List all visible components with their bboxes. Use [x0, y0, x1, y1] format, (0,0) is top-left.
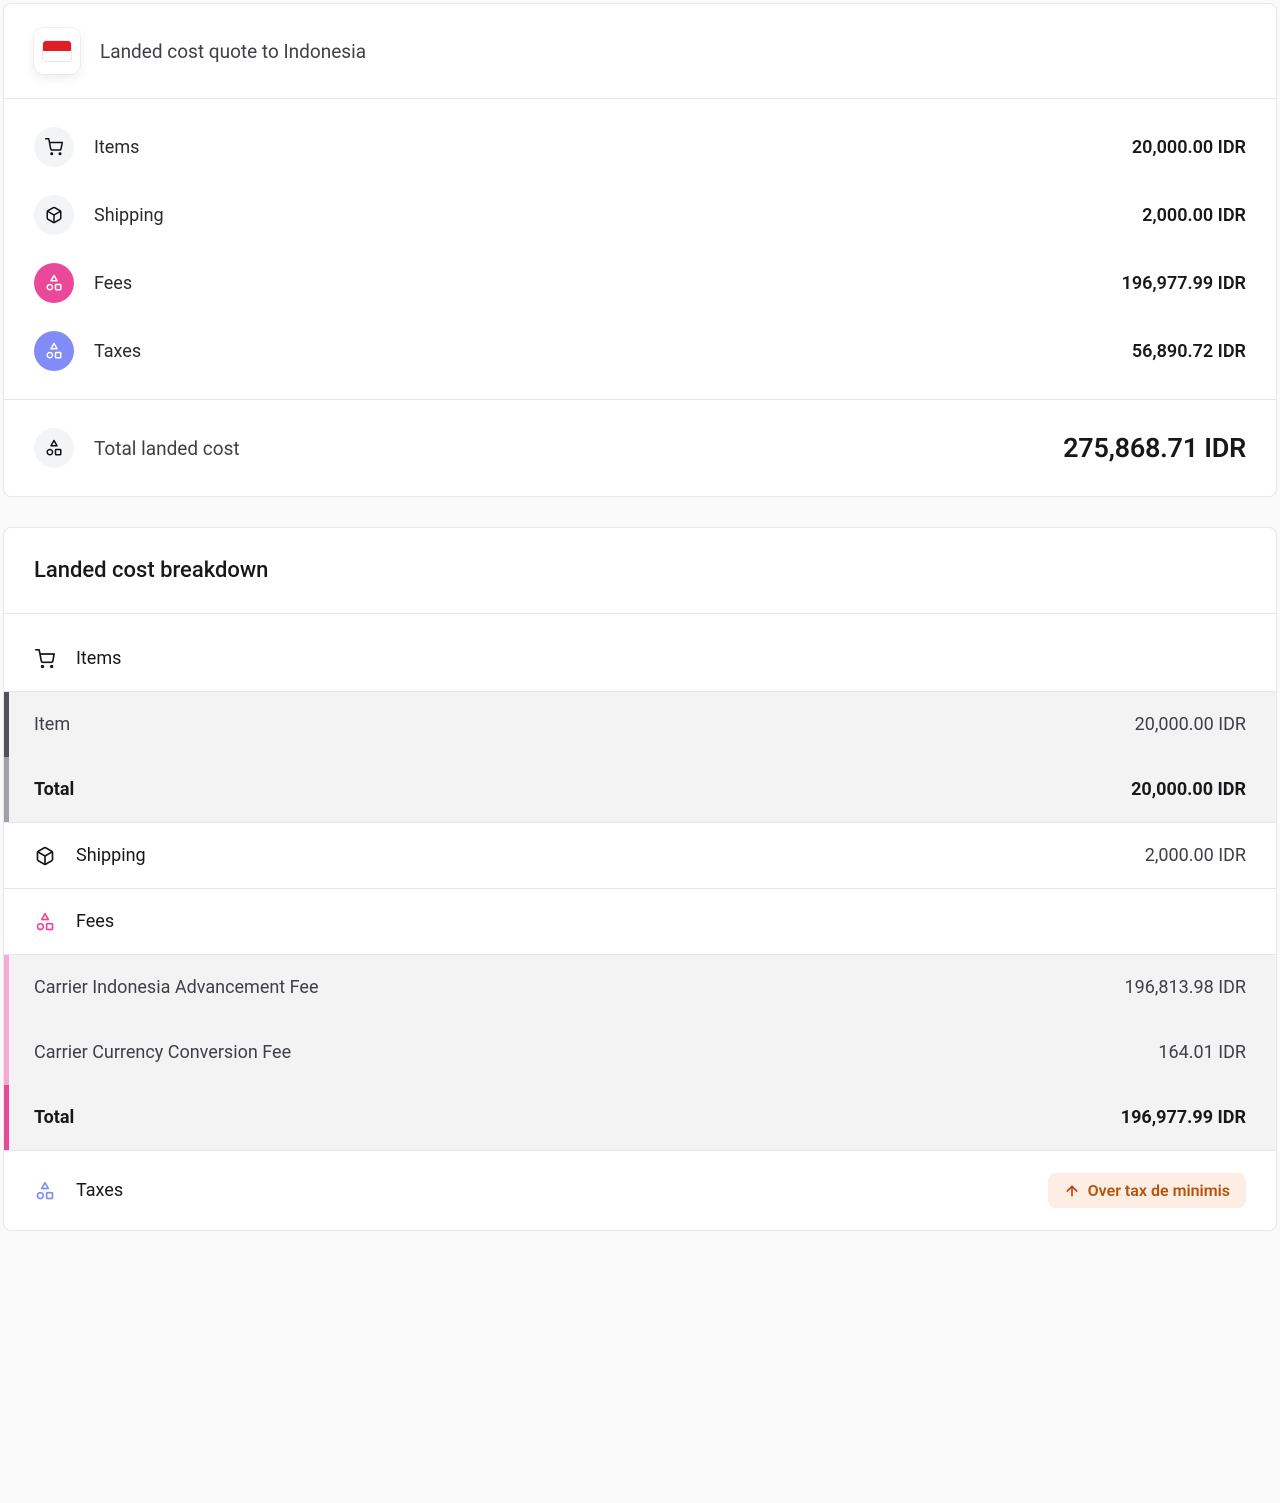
arrow-up-icon [1064, 1183, 1080, 1199]
table-row: Item 20,000.00 IDR [4, 692, 1276, 757]
breakdown-taxes-header: Taxes Over tax de minimis [4, 1151, 1276, 1230]
box-icon [34, 846, 56, 866]
breakdown-shipping-value: 2,000.00 IDR [1145, 845, 1246, 866]
item-value: 20,000.00 IDR [1135, 714, 1246, 735]
shapes-icon [34, 912, 56, 932]
fees-total-value: 196,977.99 IDR [1121, 1107, 1246, 1128]
item-label: Item [34, 714, 1115, 735]
items-value: 20,000.00 IDR [1132, 137, 1246, 158]
breakdown-items-sub: Item 20,000.00 IDR Total 20,000.00 IDR [4, 692, 1276, 823]
fee-curr-label: Carrier Currency Conversion Fee [34, 1042, 1138, 1063]
breakdown-taxes-label: Taxes [76, 1180, 1028, 1201]
table-row: Total 196,977.99 IDR [4, 1085, 1276, 1150]
total-label: Total landed cost [94, 437, 1043, 460]
breakdown-title: Landed cost breakdown [4, 528, 1276, 614]
shipping-label: Shipping [94, 205, 1122, 226]
items-total-value: 20,000.00 IDR [1131, 779, 1246, 800]
fees-value: 196,977.99 IDR [1122, 273, 1246, 294]
breakdown-shipping-header: Shipping 2,000.00 IDR [4, 823, 1276, 889]
shapes-icon [34, 263, 74, 303]
table-row: Carrier Indonesia Advancement Fee 196,81… [4, 955, 1276, 1020]
breakdown-card: Landed cost breakdown Items Item 20,000.… [3, 527, 1277, 1231]
breakdown-items-header: Items [4, 614, 1276, 692]
row-shipping: Shipping 2,000.00 IDR [4, 181, 1276, 249]
row-total: Total landed cost 275,868.71 IDR [4, 400, 1276, 496]
quote-title: Landed cost quote to Indonesia [100, 40, 366, 63]
total-value: 275,868.71 IDR [1063, 432, 1246, 464]
row-items: Items 20,000.00 IDR [4, 113, 1276, 181]
breakdown-fees-header: Fees [4, 889, 1276, 955]
quote-card: Landed cost quote to Indonesia Items 20,… [3, 3, 1277, 497]
table-row: Total 20,000.00 IDR [4, 757, 1276, 822]
breakdown-items-label: Items [76, 648, 1246, 669]
row-taxes: Taxes 56,890.72 IDR [4, 317, 1276, 385]
breakdown-fees-label: Fees [76, 911, 1246, 932]
taxes-label: Taxes [94, 341, 1112, 362]
fees-label: Fees [94, 273, 1102, 294]
shapes-icon [34, 428, 74, 468]
taxes-value: 56,890.72 IDR [1132, 341, 1246, 362]
cart-icon [34, 649, 56, 669]
items-total-label: Total [34, 779, 1111, 800]
quote-summary-rows: Items 20,000.00 IDR Shipping 2,000.00 ID… [4, 99, 1276, 400]
fee-adv-label: Carrier Indonesia Advancement Fee [34, 977, 1105, 998]
shapes-icon [34, 1181, 56, 1201]
table-row: Carrier Currency Conversion Fee 164.01 I… [4, 1020, 1276, 1085]
items-label: Items [94, 137, 1112, 158]
breakdown-fees-sub: Carrier Indonesia Advancement Fee 196,81… [4, 955, 1276, 1151]
fee-curr-value: 164.01 IDR [1158, 1042, 1246, 1063]
box-icon [34, 195, 74, 235]
quote-header: Landed cost quote to Indonesia [4, 4, 1276, 99]
cart-icon [34, 127, 74, 167]
breakdown-shipping-label: Shipping [76, 845, 1125, 866]
fees-total-label: Total [34, 1107, 1101, 1128]
badge-text: Over tax de minimis [1088, 1181, 1230, 1200]
row-fees: Fees 196,977.99 IDR [4, 249, 1276, 317]
fee-adv-value: 196,813.98 IDR [1125, 977, 1246, 998]
country-flag-indonesia [34, 28, 80, 74]
de-minimis-badge: Over tax de minimis [1048, 1173, 1246, 1208]
shipping-value: 2,000.00 IDR [1142, 205, 1246, 226]
shapes-icon [34, 331, 74, 371]
